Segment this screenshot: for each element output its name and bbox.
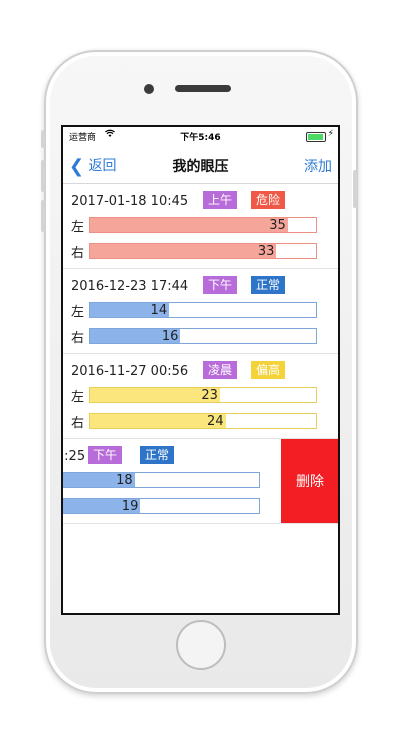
charging-icon: ⚡	[327, 129, 334, 139]
pressure-value: 14	[150, 303, 168, 318]
pressure-bar-right: 16	[89, 328, 317, 344]
eye-label-left: 左	[71, 220, 85, 235]
pressure-bar-left: 14	[89, 302, 317, 318]
pressure-value: 19	[121, 499, 139, 514]
pressure-value: 33	[257, 244, 275, 259]
period-badge: 下午	[88, 446, 123, 464]
record-list: 2017-01-18 10:45 上午 危险左 35 右 33 2016-12-23 17:…	[63, 184, 338, 524]
delete-button[interactable]: 删除	[281, 439, 338, 523]
record-content: 2017-01-18 10:45 上午 危险左 35 右 33	[63, 184, 338, 268]
home-button[interactable]	[176, 620, 226, 670]
pressure-bar-right: 24	[89, 413, 317, 429]
eye-label-right: 右	[71, 246, 85, 261]
record-row[interactable]: 2016-12-23 17:44 下午 正常左 14 右 16	[63, 269, 338, 354]
earpiece-speaker	[175, 85, 231, 92]
status-bar: 运营商 下午5:46 ⚡	[63, 127, 338, 145]
eye-label-left: 左	[71, 390, 85, 405]
period-badge: 凌晨	[203, 361, 238, 379]
screen: 运营商 下午5:46 ⚡ ❮ 返回 我的眼压 添加 2017-01-18 10:…	[61, 125, 340, 615]
eye-label-right: 右	[71, 416, 85, 431]
pressure-value: 24	[207, 414, 224, 429]
add-button[interactable]: 添加	[304, 156, 332, 176]
period-badge: 上午	[203, 191, 238, 209]
record-content: 0-20 12:25下午正常左18右19	[63, 439, 281, 523]
status-badge: 偏高	[251, 361, 286, 379]
status-badge: 正常	[140, 446, 175, 464]
record-row[interactable]: 2017-01-18 10:45 上午 危险左 35 右 33	[63, 184, 338, 269]
status-badge: 危险	[251, 191, 286, 209]
record-content: 2016-12-23 17:44 下午 正常左 14 右 16	[63, 269, 338, 353]
pressure-value: 18	[116, 473, 133, 488]
pressure-bar-left: 18	[63, 472, 260, 488]
pressure-bar-left: 23	[89, 387, 317, 403]
power-button	[353, 170, 357, 208]
eye-label-left: 左	[71, 305, 85, 320]
front-camera	[144, 84, 154, 94]
pressure-bar-left: 35	[89, 217, 317, 233]
volume-down-button	[41, 200, 45, 232]
mute-switch	[41, 130, 45, 148]
record-row[interactable]: 0-20 12:25下午正常左18右19删除	[63, 439, 338, 524]
pressure-bar-right: 33	[89, 243, 317, 259]
record-datetime: 2016-11-27 00:56	[71, 364, 189, 379]
pressure-value: 16	[161, 329, 179, 344]
pressure-bar-right: 19	[63, 498, 260, 514]
record-datetime: 2017-01-18 10:45	[71, 194, 189, 209]
status-badge: 正常	[251, 276, 286, 294]
record-datetime: 0-20 12:25	[63, 449, 86, 464]
pressure-value: 35	[269, 218, 286, 233]
volume-up-button	[41, 160, 45, 192]
pressure-value: 23	[201, 388, 218, 403]
status-time: 下午5:46	[180, 133, 221, 143]
record-content: 2016-11-27 00:56 凌晨 偏高左 23 右 24	[63, 354, 338, 438]
period-badge: 下午	[203, 276, 238, 294]
record-row[interactable]: 2016-11-27 00:56 凌晨 偏高左 23 右 24	[63, 354, 338, 439]
battery-icon	[306, 132, 326, 142]
eye-label-right: 右	[71, 331, 85, 346]
page-title: 我的眼压	[172, 159, 229, 175]
navigation-bar: ❮ 返回 我的眼压 添加	[63, 145, 338, 184]
record-datetime: 2016-12-23 17:44	[71, 279, 189, 294]
